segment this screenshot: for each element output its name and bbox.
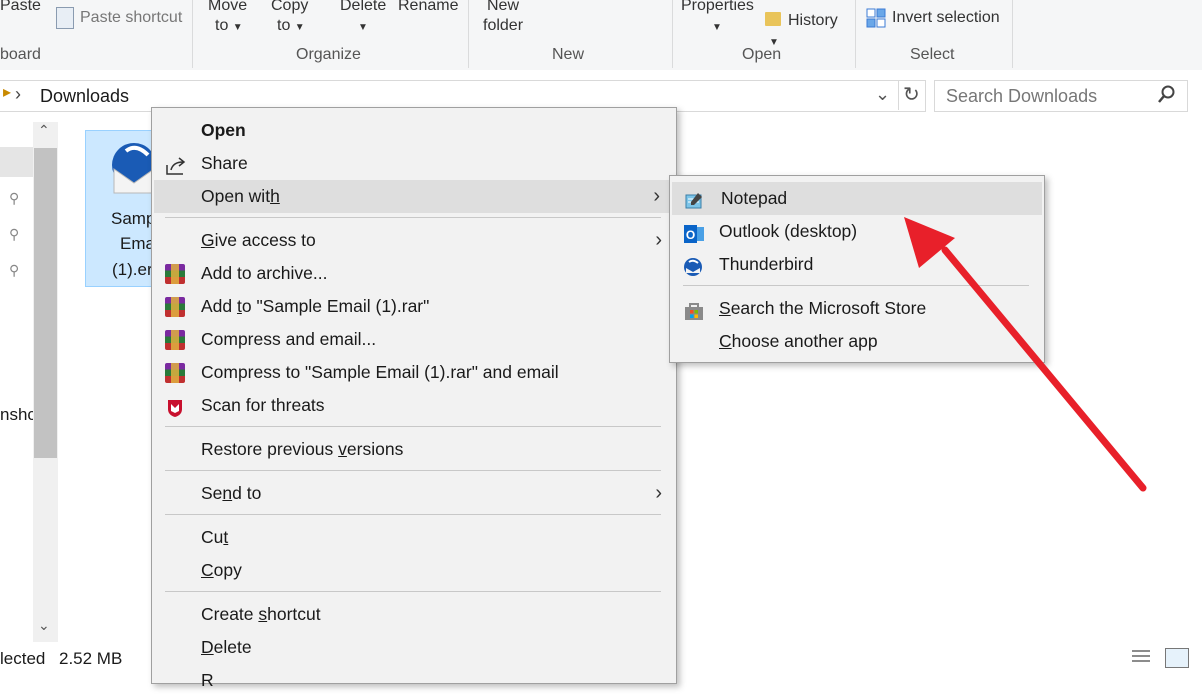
annotation-arrow-icon — [904, 217, 1147, 492]
